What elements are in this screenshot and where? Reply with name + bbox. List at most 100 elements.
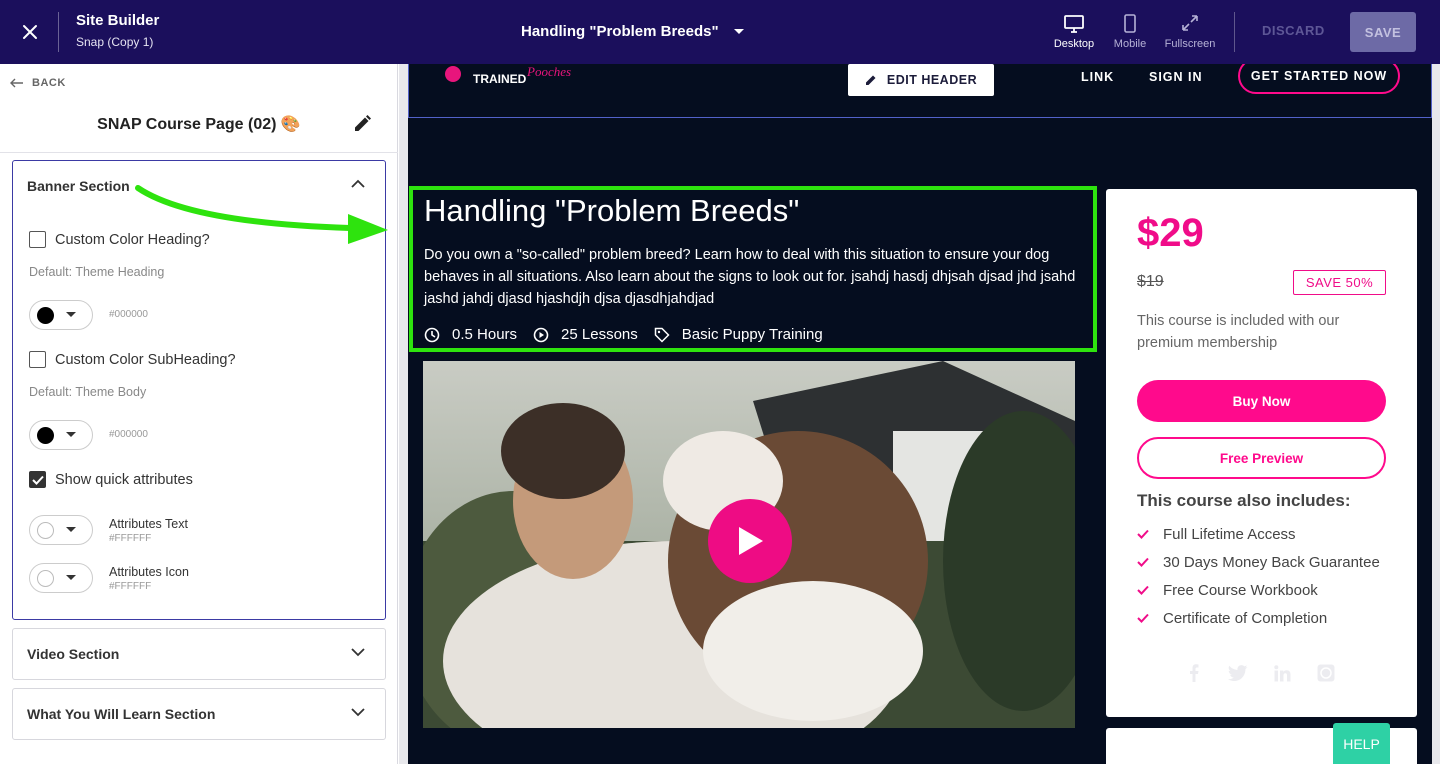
learn-section-panel[interactable]: What You Will Learn Section bbox=[12, 688, 386, 740]
whatsapp-icon[interactable] bbox=[1316, 663, 1336, 683]
nav-link[interactable]: LINK bbox=[1081, 70, 1114, 84]
edit-header-button[interactable]: EDIT HEADER bbox=[848, 64, 994, 96]
edit-header-label: EDIT HEADER bbox=[886, 73, 978, 87]
category-text: Basic Puppy Training bbox=[681, 326, 823, 343]
play-button[interactable] bbox=[708, 499, 792, 583]
view-desktop-label: Desktop bbox=[1053, 38, 1095, 50]
play-icon bbox=[739, 527, 763, 555]
check-icon bbox=[1137, 613, 1149, 623]
color-swatch bbox=[37, 569, 54, 587]
attributes-icon-color-picker[interactable] bbox=[29, 563, 93, 593]
chevron-down-icon[interactable] bbox=[351, 647, 365, 657]
caret-down-icon bbox=[66, 527, 76, 532]
video-section-panel[interactable]: Video Section bbox=[12, 628, 386, 680]
view-fullscreen-label: Fullscreen bbox=[1164, 38, 1216, 50]
learn-section-title: What You Will Learn Section bbox=[27, 706, 216, 722]
back-button[interactable]: BACK bbox=[10, 77, 66, 89]
price: $29 bbox=[1137, 211, 1204, 255]
check-icon bbox=[1137, 529, 1149, 539]
color-swatch bbox=[37, 306, 54, 324]
tag-icon bbox=[654, 327, 670, 343]
pricing-card: $29 $19 SAVE 50% This course is included… bbox=[1106, 189, 1417, 717]
quick-attributes-label: Show quick attributes bbox=[55, 471, 193, 488]
help-button[interactable]: HELP bbox=[1333, 723, 1390, 764]
attributes-icon-label: Attributes Icon bbox=[109, 565, 189, 579]
list-item: Certificate of Completion bbox=[1137, 610, 1397, 628]
include-text: Free Course Workbook bbox=[1163, 582, 1318, 599]
checkbox-unchecked[interactable] bbox=[29, 351, 46, 368]
caret-down-icon bbox=[66, 312, 76, 317]
topbar-divider bbox=[58, 12, 59, 52]
pencil-icon bbox=[865, 75, 876, 85]
includes-list: Full Lifetime Access 30 Days Money Back … bbox=[1137, 526, 1397, 638]
linkedin-icon[interactable] bbox=[1272, 663, 1292, 683]
course-description: Do you own a "so-called" problem breed? … bbox=[424, 247, 1076, 307]
checkbox-unchecked[interactable] bbox=[29, 231, 46, 248]
pencil-icon bbox=[355, 115, 371, 131]
membership-note: This course is included with our premium… bbox=[1137, 313, 1340, 351]
quick-attributes-checkbox[interactable]: Show quick attributes bbox=[29, 471, 193, 488]
topbar-divider-right bbox=[1234, 12, 1235, 52]
caret-down-icon bbox=[66, 575, 76, 580]
subheading-color-picker[interactable] bbox=[29, 420, 93, 450]
includes-title: This course also includes: bbox=[1137, 491, 1351, 510]
app-title: Site Builder bbox=[76, 12, 160, 29]
include-text: 30 Days Money Back Guarantee bbox=[1163, 554, 1380, 571]
settings-sidebar: BACK SNAP Course Page (02) 🎨 Banner Sect… bbox=[0, 64, 398, 764]
video-section-title: Video Section bbox=[27, 646, 120, 662]
heading-color-picker[interactable] bbox=[29, 300, 93, 330]
arrow-left-icon bbox=[10, 78, 23, 88]
banner-section[interactable]: Handling "Problem Breeds" Do you own a "… bbox=[409, 186, 1097, 352]
view-mobile-button[interactable]: Mobile bbox=[1100, 14, 1160, 54]
attributes-icon-hex: #FFFFFF bbox=[109, 581, 152, 592]
checkbox-checked[interactable] bbox=[29, 471, 46, 488]
lessons-attribute: 25 Lessons bbox=[533, 326, 638, 343]
old-price: $19 bbox=[1137, 273, 1164, 290]
facebook-icon[interactable] bbox=[1184, 663, 1204, 683]
site-logo: TRAINED Pooches bbox=[445, 66, 571, 86]
logo-text-trained: TRAINED bbox=[473, 72, 527, 86]
subheading-color-hex: #000000 bbox=[109, 429, 148, 440]
custom-subheading-label: Custom Color SubHeading? bbox=[55, 351, 236, 368]
discard-button[interactable]: DISCARD bbox=[1262, 23, 1325, 38]
list-item: Free Course Workbook bbox=[1137, 582, 1397, 600]
view-desktop-button[interactable]: Desktop bbox=[1044, 14, 1104, 54]
page-preview: TRAINED Pooches EDIT HEADER LINK SIGN IN… bbox=[408, 64, 1432, 764]
desktop-icon bbox=[1064, 15, 1084, 33]
free-preview-button[interactable]: Free Preview bbox=[1137, 437, 1386, 479]
custom-subheading-checkbox[interactable]: Custom Color SubHeading? bbox=[29, 351, 236, 368]
duration-attribute: 0.5 Hours bbox=[424, 326, 517, 343]
check-icon bbox=[1137, 585, 1149, 595]
buy-now-button[interactable]: Buy Now bbox=[1137, 380, 1386, 422]
caret-down-icon bbox=[66, 432, 76, 437]
page-name: SNAP Course Page (02) 🎨 bbox=[97, 116, 301, 133]
list-item: Full Lifetime Access bbox=[1137, 526, 1397, 544]
logo-text-pooches: Pooches bbox=[526, 66, 571, 79]
duration-text: 0.5 Hours bbox=[452, 326, 518, 343]
site-name: Snap (Copy 1) bbox=[76, 35, 154, 49]
attributes-text-color-picker[interactable] bbox=[29, 515, 93, 545]
nav-sign-in[interactable]: SIGN IN bbox=[1149, 70, 1203, 84]
attributes-text-label: Attributes Text bbox=[109, 517, 188, 531]
edit-page-name-button[interactable] bbox=[352, 114, 372, 134]
chevron-down-icon[interactable] bbox=[351, 707, 365, 717]
attributes-text-hex: #FFFFFF bbox=[109, 533, 152, 544]
check-icon bbox=[1137, 557, 1149, 567]
include-text: Certificate of Completion bbox=[1163, 610, 1328, 627]
list-item: 30 Days Money Back Guarantee bbox=[1137, 554, 1397, 572]
social-share bbox=[1184, 663, 1336, 683]
quick-attributes: 0.5 Hours 25 Lessons Basic Puppy Trainin… bbox=[424, 326, 839, 343]
site-header[interactable]: TRAINED Pooches EDIT HEADER LINK SIGN IN… bbox=[408, 64, 1432, 118]
get-started-button[interactable]: GET STARTED NOW bbox=[1238, 64, 1400, 94]
save-button[interactable]: SAVE bbox=[1350, 12, 1416, 52]
course-video[interactable] bbox=[423, 361, 1075, 728]
view-mobile-label: Mobile bbox=[1113, 38, 1147, 50]
twitter-icon[interactable] bbox=[1228, 663, 1248, 683]
top-bar: Site Builder Snap (Copy 1) Handling "Pro… bbox=[0, 0, 1440, 64]
view-fullscreen-button[interactable]: Fullscreen bbox=[1160, 14, 1220, 54]
banner-section-title[interactable]: Banner Section bbox=[27, 178, 130, 194]
close-button[interactable] bbox=[16, 18, 44, 46]
caret-down-icon bbox=[733, 28, 744, 34]
page-selector[interactable]: Handling "Problem Breeds" bbox=[521, 23, 745, 40]
checkmark-icon bbox=[31, 475, 44, 485]
